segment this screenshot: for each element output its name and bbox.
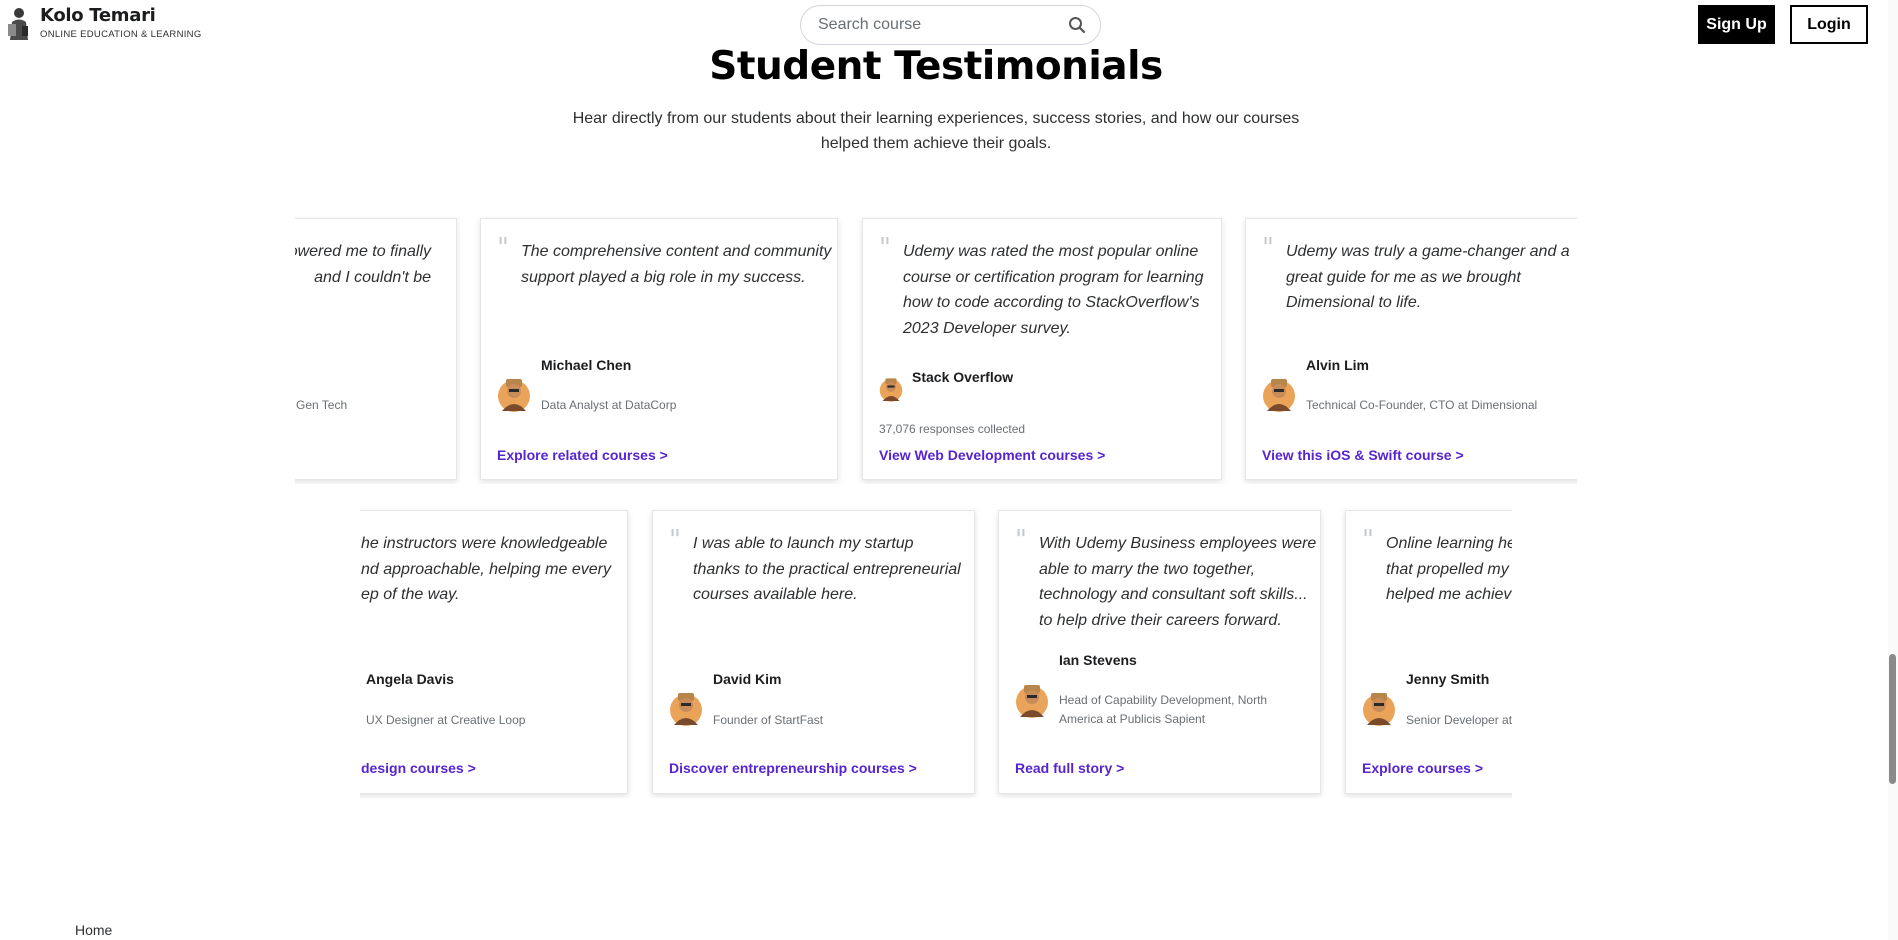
testimonial-role: Head of Capability Development, North Am…: [1059, 693, 1268, 726]
avatar: [670, 693, 702, 726]
quote-mark-icon: ": [1262, 233, 1274, 263]
testimonial-quote: Online learning he that propelled my hel…: [1386, 535, 1512, 603]
testimonial-name: Jenny Smith: [1406, 671, 1490, 687]
testimonial-quote: he instructors were knowledgeable nd app…: [361, 535, 611, 603]
testimonial-name: Alvin Lim: [1306, 357, 1370, 373]
top-navbar: Kolo Temari ONLINE EDUCATION & LEARNING …: [0, 0, 1898, 50]
quote-mark-icon: ": [669, 525, 681, 555]
testimonial-name: David Kim: [713, 671, 782, 687]
testimonial-quote: I was able to launch my startup thanks t…: [693, 535, 961, 603]
avatar: [879, 378, 903, 402]
avatar: [498, 379, 530, 412]
section-subtitle: Hear directly from our students about th…: [566, 106, 1306, 156]
testimonial-name: Stack Overflow: [912, 369, 1014, 385]
signup-button[interactable]: Sign Up: [1698, 5, 1775, 44]
testimonial-role: Gen Tech: [296, 398, 348, 412]
subtitle-line-2: helped them achieve their goals.: [820, 135, 1052, 152]
testimonial-quote: owered me to finally and I couldn't be: [295, 243, 431, 286]
testimonial-card: owered me to finally and I couldn't be G…: [295, 218, 457, 480]
login-button[interactable]: Login: [1790, 5, 1868, 44]
view-web-development-courses-link[interactable]: View Web Development courses >: [879, 447, 1105, 463]
design-courses-link[interactable]: design courses >: [361, 760, 476, 776]
testimonial-role: Data Analyst at DataCorp: [541, 398, 677, 412]
testimonial-role: UX Designer at Creative Loop: [366, 713, 526, 727]
quote-mark-icon: ": [879, 233, 891, 263]
quote-mark-icon: ": [1362, 525, 1374, 555]
testimonial-name: Angela Davis: [366, 671, 454, 687]
avatar: [1016, 685, 1048, 718]
explore-courses-link[interactable]: Explore courses >: [1362, 760, 1483, 776]
testimonial-card: he instructors were knowledgeable nd app…: [360, 510, 628, 794]
quote-mark-icon: ": [1015, 525, 1027, 555]
testimonial-name: Michael Chen: [541, 357, 632, 373]
search-box: [800, 5, 1101, 45]
avatar: [1363, 693, 1395, 726]
footer-home-link[interactable]: Home: [75, 922, 112, 938]
section-title: Student Testimonials: [709, 44, 1163, 89]
quote-mark-icon: ": [497, 233, 509, 263]
site-logo[interactable]: Kolo Temari ONLINE EDUCATION & LEARNING: [4, 6, 202, 40]
testimonial-card: " Udemy was truly a game-changer and a g…: [1245, 218, 1577, 480]
testimonial-role: Technical Co-Founder, CTO at Dimensional: [1306, 398, 1538, 412]
read-full-story-link[interactable]: Read full story >: [1015, 760, 1124, 776]
testimonial-card: " Udemy was rated the most popular onlin…: [862, 218, 1222, 480]
scrollbar-thumb[interactable]: [1889, 654, 1896, 784]
search-icon[interactable]: [1068, 16, 1086, 34]
testimonial-card: " I was able to launch my startup thanks…: [652, 510, 975, 794]
responses-count: 37,076 responses collected: [879, 422, 1026, 436]
logo-person-icon: [4, 6, 32, 40]
page-scrollbar[interactable]: [1888, 0, 1898, 940]
testimonial-role: Senior Developer at: [1406, 713, 1512, 727]
testimonial-card: " The comprehensive content and communit…: [480, 218, 838, 480]
testimonial-quote: Udemy was truly a game-changer and a gre…: [1286, 243, 1570, 311]
testimonial-card: " With Udemy Business employees were abl…: [998, 510, 1321, 794]
testimonial-card: " Online learning he that propelled my h…: [1345, 510, 1512, 794]
discover-entrepreneurship-courses-link[interactable]: Discover entrepreneurship courses >: [669, 760, 917, 776]
avatar: [1263, 379, 1295, 412]
testimonial-quote: With Udemy Business employees were able …: [1039, 535, 1317, 629]
testimonial-role: Founder of StartFast: [713, 713, 824, 727]
testimonial-quote: Udemy was rated the most popular online …: [903, 243, 1204, 337]
explore-related-courses-link[interactable]: Explore related courses >: [497, 447, 668, 463]
subtitle-line-1: Hear directly from our students about th…: [572, 110, 1300, 127]
testimonial-quote: The comprehensive content and community …: [521, 243, 832, 286]
logo-subtitle: ONLINE EDUCATION & LEARNING: [40, 29, 202, 40]
search-input[interactable]: [818, 16, 1068, 34]
testimonial-carousel-row-1[interactable]: owered me to finally and I couldn't be G…: [295, 216, 1577, 484]
view-ios-swift-course-link[interactable]: View this iOS & Swift course >: [1262, 447, 1464, 463]
logo-title: Kolo Temari: [40, 5, 156, 26]
testimonial-carousel-row-2[interactable]: he instructors were knowledgeable nd app…: [360, 508, 1512, 798]
testimonial-name: Ian Stevens: [1059, 652, 1137, 668]
